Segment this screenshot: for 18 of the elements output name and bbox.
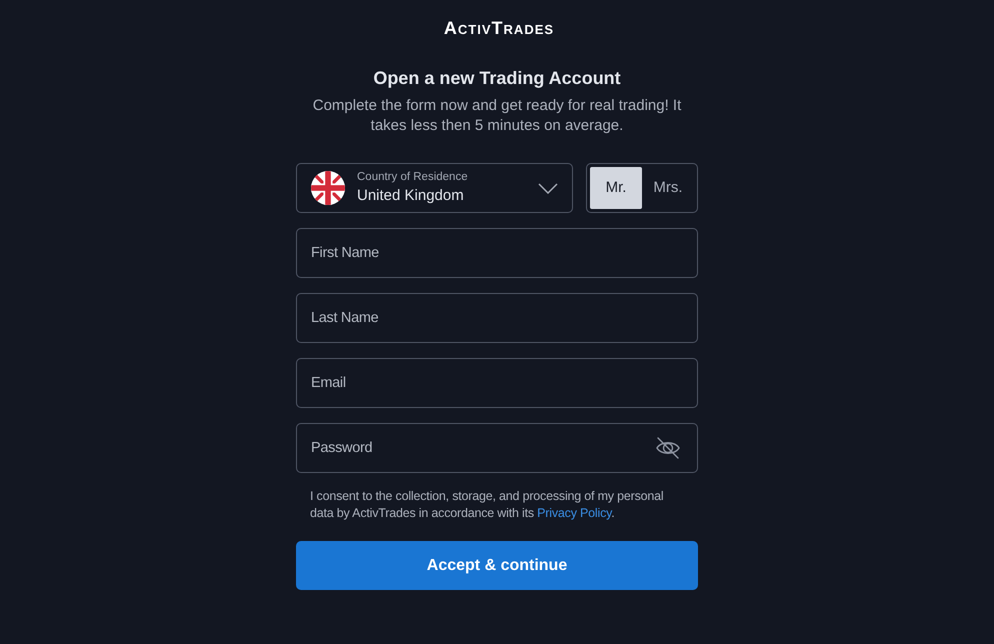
logo: ACTIVTRADES — [444, 18, 554, 37]
eye-slash-icon[interactable] — [655, 436, 681, 460]
page-title: Open a new Trading Account — [373, 67, 621, 90]
country-label: Country of Residence — [357, 170, 469, 184]
privacy-policy-link[interactable]: Privacy Policy — [537, 506, 612, 520]
salutation-option[interactable]: Mrs. — [642, 167, 694, 209]
input-field[interactable]: Email — [296, 358, 698, 408]
consent-text: I consent to the collection, storage, and processing of my personal data by ActivTrades in accordance with its Privacy Policy. — [309, 488, 664, 522]
chevron-down-icon — [538, 182, 558, 194]
input-field[interactable]: Last Name — [296, 293, 698, 343]
salutation-option[interactable]: Mr. — [590, 167, 642, 209]
input-field[interactable]: First Name — [296, 228, 698, 278]
uk-flag-icon — [311, 171, 345, 205]
country-value: United Kingdom — [357, 186, 465, 206]
accept-continue-button[interactable]: Accept & continue — [296, 541, 698, 590]
input-field[interactable]: Password — [296, 423, 698, 473]
page-subtitle: Complete the form now and get ready for real trading! It takes less then 5 minutes on average. — [312, 96, 682, 136]
country-select[interactable]: Country of Residence United Kingdom — [296, 163, 573, 213]
